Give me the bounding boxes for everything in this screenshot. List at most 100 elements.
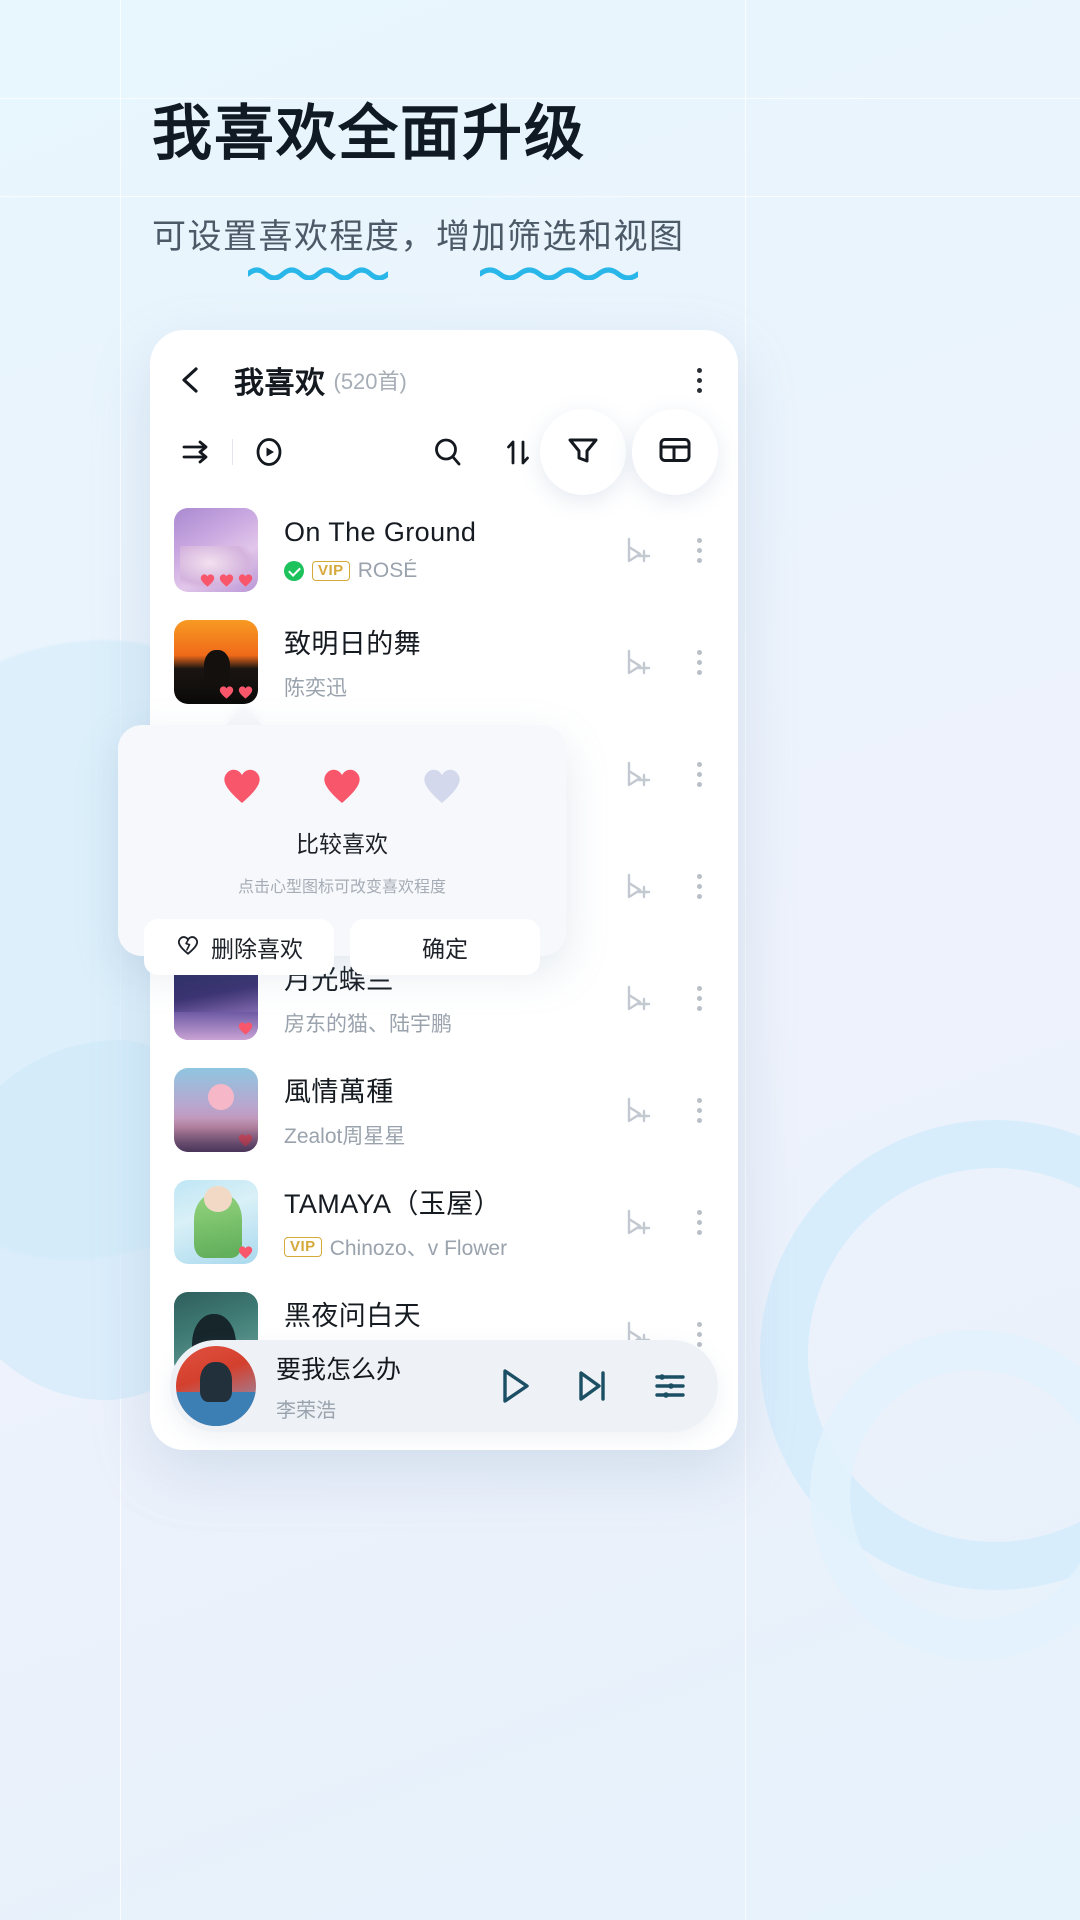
play-all-arrows-icon[interactable]	[174, 430, 218, 474]
song-artist: 陈奕迅	[284, 672, 347, 702]
wavy-underline-1	[248, 266, 388, 280]
table-row[interactable]: On The Ground VIP ROSÉ	[150, 494, 738, 606]
album-cover	[174, 508, 258, 592]
popup-arrow	[225, 708, 263, 726]
like-level-hearts	[198, 570, 255, 589]
app-header: 我喜欢 (520首)	[150, 330, 738, 408]
song-artist: Zealot周星星	[284, 1120, 405, 1150]
song-artist: Chinozo、v Flower	[330, 1232, 507, 1262]
play-icon[interactable]	[492, 1364, 536, 1408]
add-to-playlist-icon[interactable]	[620, 981, 654, 1015]
heart-icon	[236, 1242, 255, 1261]
more-vertical-icon[interactable]	[684, 1210, 714, 1235]
song-subtitle: VIP ROSÉ	[284, 559, 608, 583]
like-level-popup: 比较喜欢 点击心型图标可改变喜欢程度 删除喜欢 确定	[118, 708, 566, 956]
remove-like-button[interactable]: 删除喜欢	[144, 919, 334, 975]
table-row[interactable]: 風情萬種 Zealot周星星	[150, 1054, 738, 1166]
vip-badge: VIP	[312, 561, 350, 581]
song-subtitle: VIP Chinozo、v Flower	[284, 1232, 608, 1262]
broken-heart-icon	[175, 931, 201, 963]
heart-icon	[217, 682, 236, 701]
table-row[interactable]: TAMAYA（玉屋） VIP Chinozo、v Flower	[150, 1166, 738, 1278]
row-actions	[620, 1093, 714, 1127]
row-actions	[620, 533, 714, 567]
like-level-label: 比较喜欢	[144, 825, 540, 859]
like-level-hint: 点击心型图标可改变喜欢程度	[144, 873, 540, 897]
skip-next-icon[interactable]	[570, 1364, 614, 1408]
playlist-icon[interactable]	[648, 1364, 692, 1408]
more-vertical-icon[interactable]	[684, 363, 714, 397]
view-toggle-button[interactable]	[632, 409, 718, 495]
song-meta: 致明日的舞 陈奕迅	[284, 622, 608, 702]
like-level-hearts	[236, 1242, 255, 1261]
row-actions	[620, 1205, 714, 1239]
song-artist: ROSÉ	[358, 559, 418, 583]
row-actions	[620, 645, 714, 679]
song-artist: 房东的猫、陆宇鹏	[284, 1008, 452, 1038]
heart-icon	[198, 570, 217, 589]
row-actions	[620, 869, 714, 903]
add-to-playlist-icon[interactable]	[620, 869, 654, 903]
list-toolbar	[150, 408, 738, 494]
hero-text-block: 我喜欢全面升级 可设置喜欢程度，增加筛选和视图	[152, 96, 685, 258]
now-playing-meta: 要我怎么办 李荣浩	[276, 1350, 492, 1423]
song-meta: 風情萬種 Zealot周星星	[284, 1070, 608, 1150]
heart-icon	[236, 682, 255, 701]
page-title: 我喜欢全面升级	[152, 96, 685, 171]
song-title: On The Ground	[284, 517, 608, 548]
song-title: TAMAYA（玉屋）	[284, 1182, 608, 1221]
add-to-playlist-icon[interactable]	[620, 1093, 654, 1127]
subtitle-row: 可设置喜欢程度，增加筛选和视图	[152, 209, 685, 258]
wavy-underline-2	[480, 266, 638, 280]
heart-icon	[236, 570, 255, 589]
like-level-hearts	[236, 1018, 255, 1037]
now-playing-title: 要我怎么办	[276, 1350, 492, 1386]
album-cover	[174, 1180, 258, 1264]
song-subtitle: Zealot周星星	[284, 1120, 608, 1150]
like-level-hearts	[236, 1130, 255, 1149]
quality-badge-icon	[284, 561, 304, 581]
add-to-playlist-icon[interactable]	[620, 533, 654, 567]
album-cover	[174, 620, 258, 704]
song-title: 風情萬種	[284, 1070, 608, 1109]
table-row[interactable]: 致明日的舞 陈奕迅	[150, 606, 738, 718]
toolbar-divider	[232, 439, 233, 465]
heart-icon	[236, 1130, 255, 1149]
play-circle-icon[interactable]	[247, 430, 291, 474]
heart-level-3[interactable]	[417, 759, 467, 805]
row-actions	[620, 981, 714, 1015]
chevron-left-icon[interactable]	[174, 363, 208, 397]
more-vertical-icon[interactable]	[684, 538, 714, 563]
song-title: 黑夜问白天	[284, 1294, 608, 1333]
add-to-playlist-icon[interactable]	[620, 1205, 654, 1239]
album-cover	[174, 1068, 258, 1152]
more-vertical-icon[interactable]	[684, 874, 714, 899]
heart-level-2[interactable]	[317, 759, 367, 805]
popup-buttons: 删除喜欢 确定	[144, 919, 540, 975]
add-to-playlist-icon[interactable]	[620, 645, 654, 679]
heart-level-selector	[144, 759, 540, 805]
song-title: 致明日的舞	[284, 622, 608, 661]
song-subtitle: 陈奕迅	[284, 672, 608, 702]
mini-player[interactable]: 要我怎么办 李荣浩	[170, 1340, 718, 1432]
remove-like-label: 删除喜欢	[211, 930, 303, 964]
popup-card: 比较喜欢 点击心型图标可改变喜欢程度 删除喜欢 确定	[118, 725, 566, 956]
filter-button[interactable]	[540, 409, 626, 495]
song-meta: On The Ground VIP ROSÉ	[284, 517, 608, 583]
add-to-playlist-icon[interactable]	[620, 757, 654, 791]
search-icon[interactable]	[426, 430, 470, 474]
heart-level-1[interactable]	[217, 759, 267, 805]
more-vertical-icon[interactable]	[684, 1098, 714, 1123]
heart-icon	[217, 570, 236, 589]
heart-icon	[236, 1018, 255, 1037]
page-title: 我喜欢	[234, 358, 326, 402]
song-subtitle: 房东的猫、陆宇鹏	[284, 1008, 608, 1038]
song-count: (520首)	[334, 364, 407, 396]
more-vertical-icon[interactable]	[684, 650, 714, 675]
sort-updown-icon[interactable]	[496, 430, 540, 474]
more-vertical-icon[interactable]	[684, 986, 714, 1011]
more-vertical-icon[interactable]	[684, 762, 714, 787]
grid-line-v	[745, 0, 746, 1920]
confirm-button[interactable]: 确定	[350, 919, 540, 975]
grid-view-icon	[655, 430, 695, 475]
